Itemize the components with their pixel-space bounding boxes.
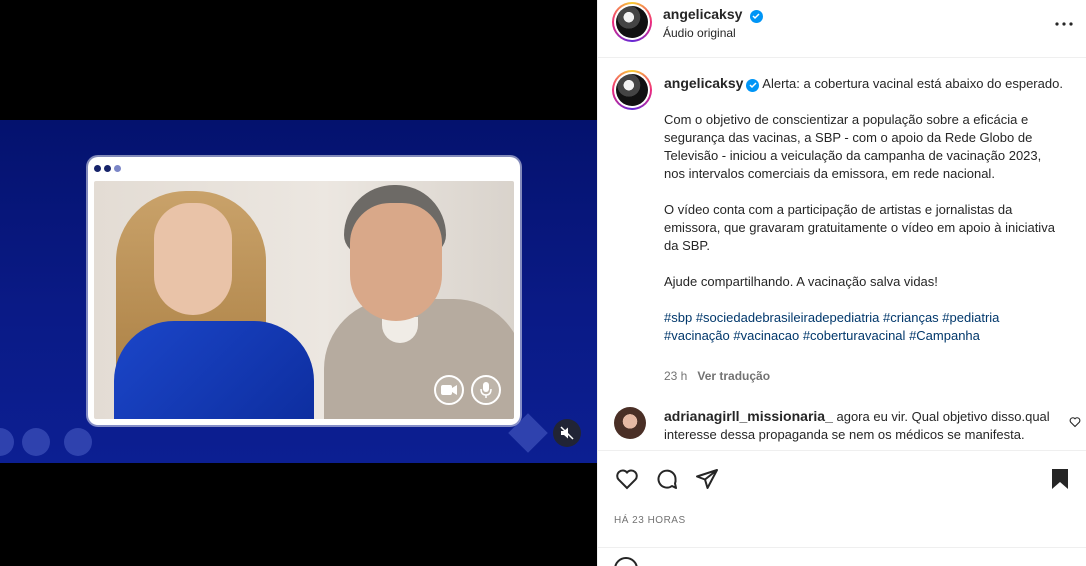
caption-paragraph: Com o objetivo de conscientizar a popula…	[664, 112, 1042, 181]
caption-username[interactable]: angelicaksy	[664, 75, 743, 91]
emoji-icon[interactable]	[614, 557, 638, 566]
post-timestamp[interactable]: HÁ 23 HORAS	[614, 515, 686, 526]
action-bar: HÁ 23 HORAS	[598, 450, 1086, 566]
commenter-avatar[interactable]	[614, 407, 646, 439]
hashtag-link[interactable]: #vacinação	[664, 328, 730, 343]
avatar[interactable]	[612, 70, 652, 110]
header-username[interactable]: angelicaksy	[663, 6, 742, 22]
hashtag-link[interactable]: #Campanha	[909, 328, 980, 343]
add-comment-bar	[598, 547, 1086, 566]
microphone-icon	[471, 375, 501, 405]
hashtag-link[interactable]: #coberturavacinal	[803, 328, 906, 343]
bookmark-icon[interactable]	[1047, 466, 1073, 492]
comment-icon[interactable]	[654, 466, 680, 492]
camera-icon	[434, 375, 464, 405]
post-side-panel: angelicaksy Áudio original angelicaksy A…	[597, 0, 1086, 566]
comment-username[interactable]: adrianagirll_missionaria_	[664, 408, 833, 424]
heart-icon[interactable]	[614, 466, 640, 492]
caption-meta: 23 h Ver tradução	[664, 369, 770, 383]
comment-text: adrianagirll_missionaria_ agora eu vir. …	[664, 407, 1059, 444]
hashtag-link[interactable]: #sbp	[664, 310, 692, 325]
hashtag-link[interactable]: #vacinacao	[733, 328, 799, 343]
heart-icon[interactable]	[1069, 415, 1081, 433]
window-dots	[94, 165, 121, 172]
translate-link[interactable]: Ver tradução	[697, 369, 770, 383]
hashtag-link[interactable]: #pediatria	[942, 310, 999, 325]
avatar[interactable]	[612, 2, 652, 42]
caption-paragraph: Alerta: a cobertura vacinal está abaixo …	[762, 76, 1063, 91]
caption-paragraph: O vídeo conta com a participação de arti…	[664, 202, 1055, 253]
caption-paragraph: Ajude compartilhando. A vacinação salva …	[664, 274, 938, 289]
hashtags: #sbp #sociedadebrasileiradepediatria #cr…	[664, 309, 1064, 345]
hashtag-link[interactable]: #crianças	[883, 310, 939, 325]
more-options-icon[interactable]	[1052, 12, 1076, 36]
audio-label[interactable]: Áudio original	[663, 26, 736, 40]
caption-text: angelicaksy Alerta: a cobertura vacinal …	[664, 74, 1064, 363]
muted-speaker-icon[interactable]	[553, 419, 581, 447]
post-header: angelicaksy Áudio original	[598, 0, 1086, 58]
hashtag-link[interactable]: #sociedadebrasileiradepediatria	[696, 310, 880, 325]
verified-badge-icon	[749, 9, 763, 23]
post-media[interactable]	[0, 0, 597, 566]
caption-age[interactable]: 23 h	[664, 369, 687, 383]
share-icon[interactable]	[694, 466, 720, 492]
caption-block: angelicaksy Alerta: a cobertura vacinal …	[598, 58, 1086, 450]
verified-badge-icon	[746, 78, 760, 92]
